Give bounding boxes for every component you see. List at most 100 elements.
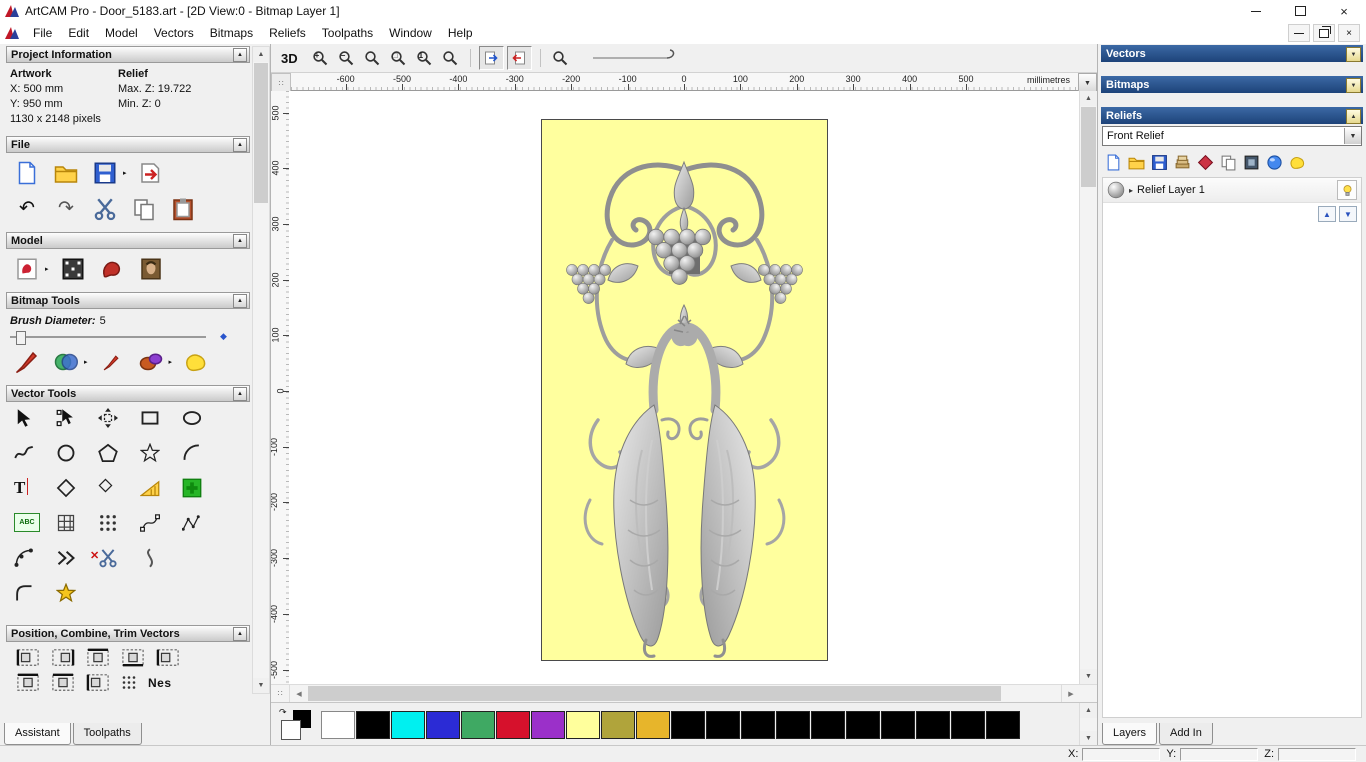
zoom-in-icon[interactable]: + [309,47,332,69]
sculpt-relief-icon[interactable] [1266,154,1283,171]
menu-toolpaths[interactable]: Toolpaths [314,23,381,43]
menu-window[interactable]: Window [381,23,440,43]
mdi-close-button[interactable]: × [1338,24,1360,42]
zoom-out-icon[interactable]: − [335,47,358,69]
menu-file[interactable]: File [25,23,60,43]
vector-doctor-icon[interactable] [56,583,98,618]
scroll-up-arrow[interactable]: ▲ [1080,703,1097,718]
palette-colour-3[interactable] [426,710,460,739]
create-text-icon[interactable]: T [14,478,56,513]
copy-icon[interactable] [129,195,159,223]
expand-button[interactable]: ▼ [1346,47,1361,62]
scroll-right-arrow[interactable]: ▶ [1061,685,1080,702]
align-top-icon[interactable] [86,648,110,667]
node-editing-icon[interactable] [56,408,98,443]
flyout-arrow-icon[interactable]: ▸ [169,358,173,366]
load-bitmap-icon[interactable] [136,255,166,283]
scroll-down-arrow[interactable]: ▼ [1080,731,1097,746]
scroll-up-arrow[interactable]: ▲ [253,47,269,62]
expander-icon[interactable]: ▸ [1129,186,1133,195]
snap-right-icon[interactable] [506,46,532,70]
slider-thumb[interactable] [16,330,26,345]
offset-vectors-icon[interactable] [140,478,182,513]
menu-model[interactable]: Model [97,23,146,43]
palette-colour-5[interactable] [496,710,530,739]
pan-corner-button[interactable]: ∷ [271,685,290,702]
swap-colours-icon[interactable]: ↷ [279,707,287,718]
menu-edit[interactable]: Edit [60,23,97,43]
arc-fit-icon[interactable] [14,548,56,583]
load-relief-icon[interactable] [1128,154,1145,171]
create-circle-icon[interactable] [56,443,98,478]
collapse-button[interactable]: ▲ [233,387,247,401]
center-in-page-icon[interactable] [16,673,40,692]
save-model-icon[interactable] [90,159,120,187]
palette-colour-1[interactable] [356,710,390,739]
tab-layers[interactable]: Layers [1102,723,1158,745]
create-polygon-icon[interactable] [98,443,140,478]
palette-colour-4[interactable] [461,710,495,739]
cut-icon[interactable] [90,195,120,223]
create-diamond-icon[interactable] [98,478,140,513]
transform-vectors-icon[interactable] [98,408,140,443]
collapse-button[interactable]: ▲ [233,294,247,308]
position-combine-header[interactable]: Position, Combine, Trim Vectors ▲ [6,625,250,642]
scroll-down-arrow[interactable]: ▼ [253,678,269,693]
palette-colour-7[interactable] [566,710,600,739]
tab-assistant[interactable]: Assistant [4,723,71,745]
menu-help[interactable]: Help [440,23,481,43]
draw-icon[interactable] [97,348,127,376]
paint-icon[interactable] [12,348,42,376]
create-arc-icon[interactable] [182,443,224,478]
window-minimize-button[interactable] [1234,0,1278,22]
canvas-vertical-scrollbar[interactable]: ▲ ▼ [1079,91,1097,684]
collapse-button[interactable]: ▲ [233,234,247,248]
brush-diameter-slider[interactable] [10,330,206,345]
collapse-button[interactable]: ▲ [1346,109,1361,124]
relief-tools-icon[interactable] [1289,154,1306,171]
collapse-button[interactable]: ▲ [233,48,247,62]
palette-colour-10[interactable] [671,710,705,739]
colour-palette-icon[interactable] [51,348,81,376]
flyout-arrow-icon[interactable]: ▸ [84,358,88,366]
shape-editor-icon[interactable] [136,348,166,376]
space-evenly-icon[interactable] [51,673,75,692]
align-bottom-icon[interactable] [121,648,145,667]
create-polyline-icon[interactable] [14,443,56,478]
reliefs-section-header[interactable]: Reliefs ▲ [1101,107,1363,124]
chevron-down-icon[interactable]: ▼ [1344,128,1361,144]
mdi-minimize-button[interactable] [1288,24,1310,42]
mirror-vectors-icon[interactable] [121,673,137,692]
palette-colour-14[interactable] [811,710,845,739]
undo-icon[interactable]: ↶ [12,195,42,223]
canvas-horizontal-scrollbar[interactable]: ∷ ◀ ▶ [271,684,1097,702]
nesting-icon[interactable]: Nes [148,676,172,690]
scrollbar-track[interactable] [308,685,1061,702]
palette-colour-8[interactable] [601,710,635,739]
scrollbar-thumb[interactable] [1081,107,1096,187]
greeting-card-icon[interactable] [12,255,42,283]
scroll-down-arrow[interactable]: ▼ [1080,669,1097,684]
menu-vectors[interactable]: Vectors [146,23,202,43]
tab-toolpaths[interactable]: Toolpaths [72,723,142,745]
palette-colour-9[interactable] [636,710,670,739]
paste-vectors-icon[interactable] [182,478,224,513]
tab-add-in[interactable]: Add In [1159,723,1213,745]
section-profile-icon[interactable] [140,548,182,583]
canvas-2d-view[interactable] [289,91,1080,684]
new-model-icon[interactable] [12,159,42,187]
measure-icon[interactable] [56,478,98,513]
mdi-restore-button[interactable] [1313,24,1335,42]
scrollbar-thumb[interactable] [308,686,1001,701]
set-model-size-icon[interactable] [58,255,88,283]
relief-properties-icon[interactable] [1243,154,1260,171]
save-relief-icon[interactable] [1151,154,1168,171]
relief-select-dropdown[interactable]: Front Relief ▼ [1102,126,1362,146]
zoom-fit-icon[interactable] [439,47,462,69]
align-left-icon[interactable] [16,648,40,667]
flood-fill-icon[interactable] [181,348,211,376]
palette-colour-17[interactable] [916,710,950,739]
palette-colour-2[interactable] [391,710,425,739]
scroll-left-arrow[interactable]: ◀ [290,685,308,702]
move-layer-down-button[interactable]: ▼ [1339,206,1357,222]
